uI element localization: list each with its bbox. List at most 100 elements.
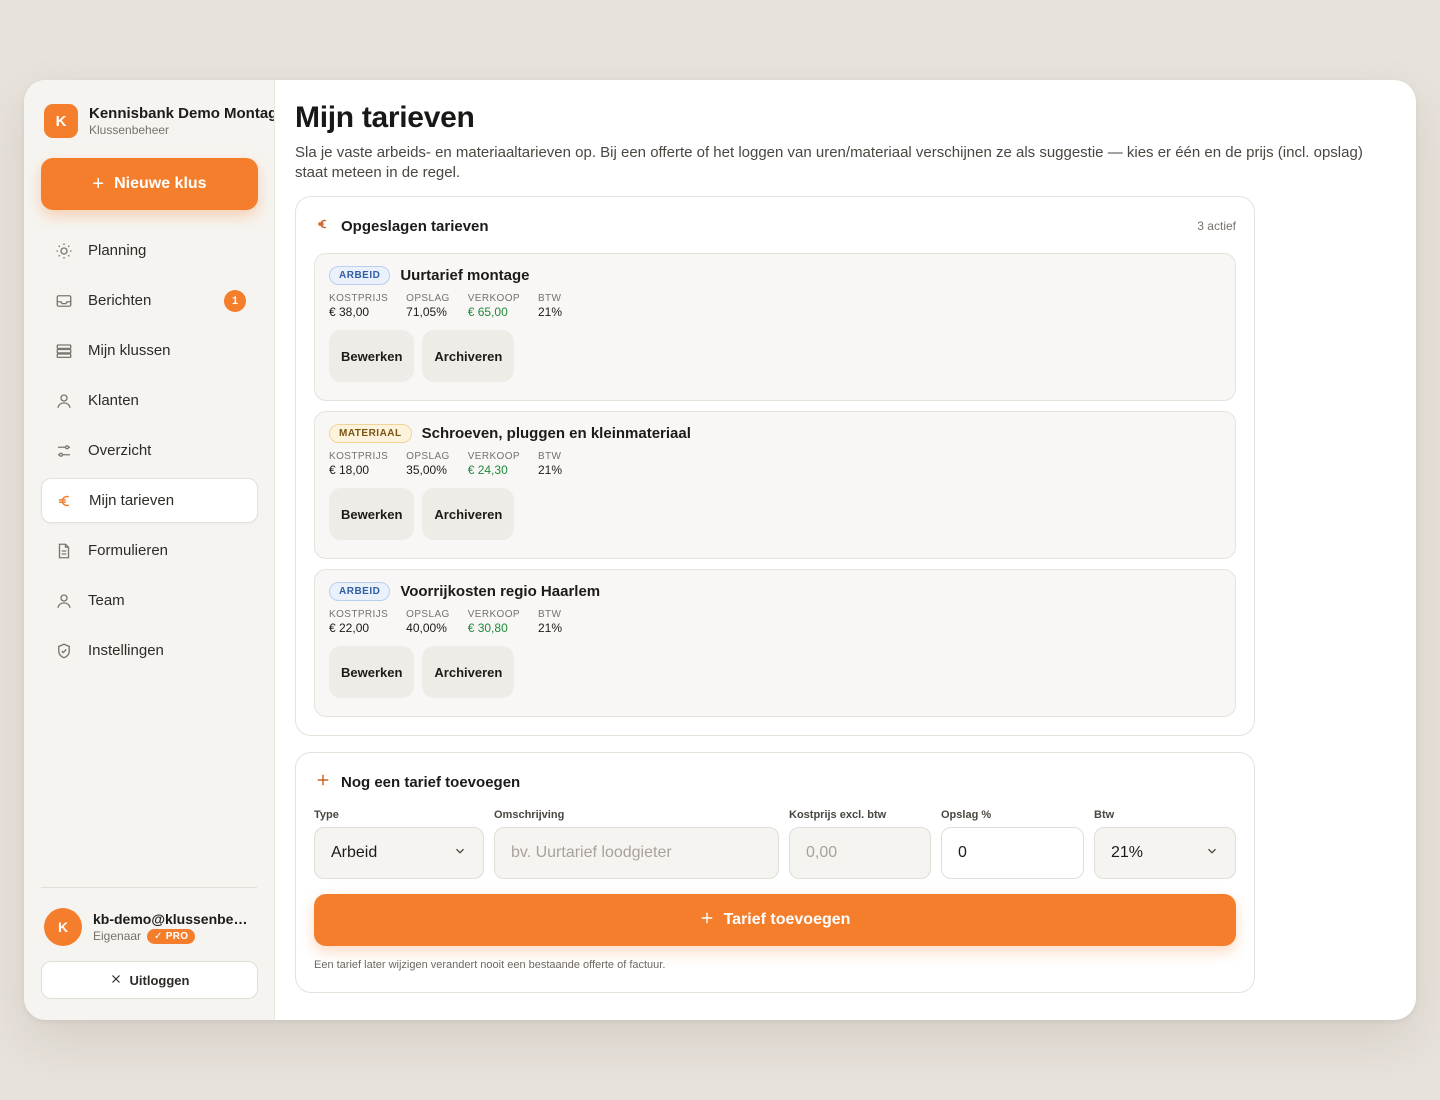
brand[interactable]: K Kennisbank Demo Montage Klussenbeheer bbox=[44, 104, 275, 138]
card-title: Opgeslagen tarieven bbox=[341, 217, 489, 235]
sidebar-item-mijn-klussen[interactable]: Mijn klussen bbox=[41, 328, 258, 373]
sidebar-item-berichten[interactable]: Berichten 1 bbox=[41, 278, 258, 323]
sale-label: VERKOOP bbox=[467, 451, 520, 462]
chevron-down-icon bbox=[1205, 844, 1219, 863]
cost-label: KOSTPRIJS bbox=[329, 609, 389, 620]
cost-label: Kostprijs excl. btw bbox=[789, 809, 887, 821]
user-email: kb-demo@klussenbeheer.nl bbox=[93, 910, 253, 927]
cost-label: KOSTPRIJS bbox=[329, 451, 389, 462]
sale-label: VERKOOP bbox=[467, 293, 520, 304]
cost-value: € 18,00 bbox=[329, 463, 370, 477]
active-count: 3 actief bbox=[1197, 219, 1236, 233]
cost-input[interactable]: 0,00 bbox=[789, 827, 931, 879]
new-job-label: Nieuwe klus bbox=[114, 175, 207, 192]
logout-label: Uitloggen bbox=[129, 972, 190, 988]
cost-value: € 38,00 bbox=[329, 305, 370, 319]
card-title: Nog een tarief toevoegen bbox=[341, 773, 521, 791]
app-window: K Kennisbank Demo Montage Klussenbeheer … bbox=[24, 80, 1416, 1020]
sliders-icon bbox=[54, 441, 74, 461]
rate-item: MATERIAAL Schroeven, pluggen en kleinmat… bbox=[314, 411, 1236, 559]
vat-value: 21% bbox=[537, 621, 562, 635]
main-content: Mijn tarieven Sla je vaste arbeids- en m… bbox=[275, 80, 1416, 1020]
sidebar-item-label: Mijn klussen bbox=[88, 342, 171, 359]
sidebar-item-team[interactable]: Team bbox=[41, 578, 258, 623]
rate-name: Schroeven, pluggen en kleinmateriaal bbox=[421, 425, 691, 442]
page-subtitle: Sla je vaste arbeids- en materiaaltariev… bbox=[295, 144, 1363, 181]
markup-value: 0 bbox=[958, 844, 967, 861]
sidebar: K Kennisbank Demo Montage Klussenbeheer … bbox=[24, 80, 275, 1020]
sidebar-item-klanten[interactable]: Klanten bbox=[41, 378, 258, 423]
type-value: Arbeid bbox=[331, 844, 378, 861]
sidebar-item-label: Instellingen bbox=[88, 642, 164, 659]
sidebar-item-instellingen[interactable]: Instellingen bbox=[41, 628, 258, 673]
plus-icon bbox=[700, 911, 714, 930]
description-input[interactable]: bv. Uurtarief loodgieter bbox=[494, 827, 779, 879]
euro-icon bbox=[316, 217, 330, 235]
brand-logo: K bbox=[44, 104, 78, 138]
archive-button[interactable]: Archiveren bbox=[422, 646, 515, 698]
cost-label: KOSTPRIJS bbox=[329, 293, 389, 304]
add-rate-button[interactable]: Tarief toevoegen bbox=[314, 894, 1236, 946]
type-tag: ARBEID bbox=[329, 266, 391, 285]
markup-label: OPSLAG bbox=[406, 293, 450, 304]
vat-label: Btw bbox=[1094, 809, 1115, 821]
sidebar-item-formulieren[interactable]: Formulieren bbox=[41, 528, 258, 573]
markup-value: 71,05% bbox=[406, 305, 447, 319]
sidebar-item-label: Klanten bbox=[88, 392, 139, 409]
sun-icon bbox=[54, 241, 74, 261]
unread-badge: 1 bbox=[224, 290, 246, 312]
sidebar-nav: Planning Berichten 1 Mijn klussen Klante… bbox=[41, 228, 258, 678]
type-select[interactable]: Arbeid bbox=[314, 827, 484, 879]
vat-select[interactable]: 21% bbox=[1094, 827, 1236, 879]
sidebar-item-label: Overzicht bbox=[88, 442, 152, 459]
sidebar-item-overzicht[interactable]: Overzicht bbox=[41, 428, 258, 473]
chevron-down-icon bbox=[453, 844, 467, 863]
page-title: Mijn tarieven bbox=[295, 101, 475, 134]
add-rate-card: Nog een tarief toevoegen Type Arbeid Oms… bbox=[295, 752, 1255, 993]
archive-button[interactable]: Archiveren bbox=[422, 330, 515, 382]
type-tag: ARBEID bbox=[329, 582, 391, 601]
archive-button[interactable]: Archiveren bbox=[422, 488, 515, 540]
rate-name: Uurtarief montage bbox=[400, 267, 530, 284]
user-icon bbox=[54, 391, 74, 411]
cost-value: € 22,00 bbox=[329, 621, 370, 635]
type-tag: MATERIAAL bbox=[329, 424, 412, 443]
rate-item: ARBEID Voorrijkosten regio Haarlem KOSTP… bbox=[314, 569, 1236, 717]
markup-input[interactable]: 0 bbox=[941, 827, 1084, 879]
sale-value: € 30,80 bbox=[467, 621, 508, 635]
edit-button[interactable]: Bewerken bbox=[329, 488, 415, 540]
inbox-icon bbox=[54, 291, 74, 311]
vat-value: 21% bbox=[537, 305, 562, 319]
stack-icon bbox=[54, 341, 74, 361]
sidebar-item-label: Formulieren bbox=[88, 542, 169, 559]
user-profile[interactable]: K kb-demo@klussenbeheer.nl Eigenaar ✓ PR… bbox=[44, 908, 259, 946]
sale-value: € 65,00 bbox=[467, 305, 508, 319]
markup-label: OPSLAG bbox=[406, 451, 450, 462]
sidebar-item-label: Mijn tarieven bbox=[89, 492, 175, 509]
vat-label: BTW bbox=[537, 293, 562, 304]
add-rate-form: Type Arbeid Omschrijving bv. Uurtarief l… bbox=[314, 809, 1236, 879]
brand-subtitle: Klussenbeheer bbox=[89, 123, 170, 137]
markup-label: Opslag % bbox=[941, 809, 992, 821]
close-icon bbox=[110, 973, 122, 988]
add-rate-label: Tarief toevoegen bbox=[723, 911, 851, 928]
vat-label: BTW bbox=[537, 451, 562, 462]
edit-button[interactable]: Bewerken bbox=[329, 646, 415, 698]
markup-value: 35,00% bbox=[406, 463, 447, 477]
description-placeholder: bv. Uurtarief loodgieter bbox=[511, 844, 672, 861]
sidebar-item-mijn-tarieven[interactable]: Mijn tarieven bbox=[41, 478, 258, 523]
edit-button[interactable]: Bewerken bbox=[329, 330, 415, 382]
vat-value: 21% bbox=[1111, 844, 1144, 861]
description-label: Omschrijving bbox=[494, 809, 565, 821]
brand-name: Kennisbank Demo Montage bbox=[89, 105, 275, 122]
logout-button[interactable]: Uitloggen bbox=[41, 961, 258, 999]
sale-label: VERKOOP bbox=[467, 609, 520, 620]
sidebar-item-planning[interactable]: Planning bbox=[41, 228, 258, 273]
shield-icon bbox=[54, 641, 74, 661]
new-job-button[interactable]: + Nieuwe klus bbox=[41, 158, 258, 210]
rate-name: Voorrijkosten regio Haarlem bbox=[400, 583, 601, 600]
user-icon bbox=[54, 591, 74, 611]
saved-rates-card: Opgeslagen tarieven 3 actief ARBEID Uurt… bbox=[295, 196, 1255, 736]
rate-item: ARBEID Uurtarief montage KOSTPRIJS € 38,0… bbox=[314, 253, 1236, 401]
document-icon bbox=[54, 541, 74, 561]
